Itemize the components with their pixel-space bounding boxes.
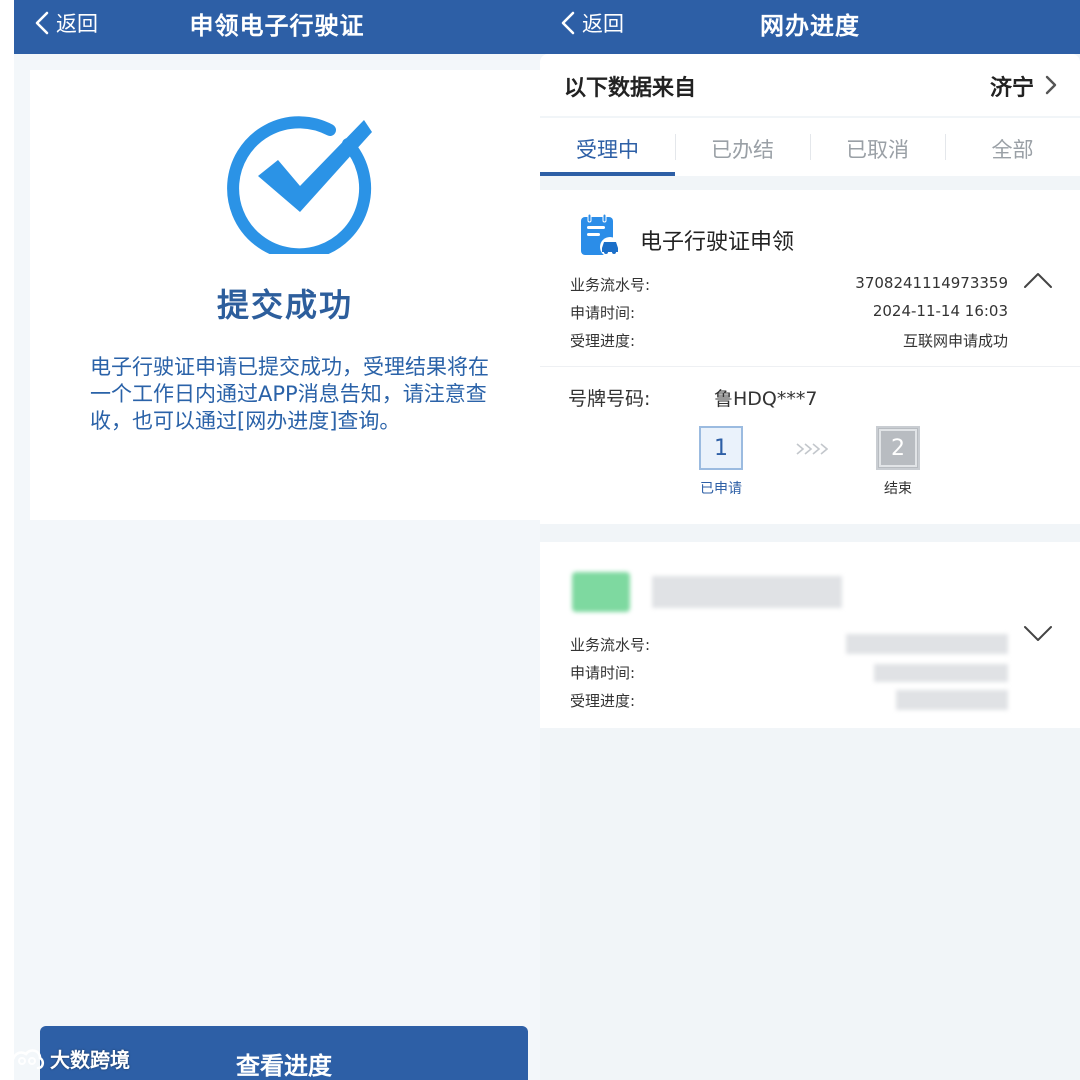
step-applied: 1 已申请 xyxy=(699,426,743,497)
tab-all[interactable]: 全部 xyxy=(945,118,1080,176)
right-page-title: 网办进度 xyxy=(760,12,860,40)
left-page-title: 申领电子行驶证 xyxy=(189,12,365,40)
data-source-city: 济宁 xyxy=(989,76,1034,101)
step-label: 已申请 xyxy=(700,481,742,497)
success-check-icon xyxy=(222,94,382,261)
progress-label: 受理进度: xyxy=(570,332,636,350)
tab-cancelled[interactable]: 已取消 xyxy=(810,118,945,176)
application-record-redacted[interactable]: 业务流水号: 申请时间: 受理进度: xyxy=(540,542,1080,728)
progress-label: 受理进度: xyxy=(570,692,636,710)
step-number: 1 xyxy=(699,426,743,470)
redacted-progress-value xyxy=(896,690,1008,710)
redacted-title xyxy=(652,576,842,608)
success-title: 提交成功 xyxy=(216,286,353,324)
serial-number-label: 业务流水号: xyxy=(570,636,651,654)
chevron-up-icon[interactable] xyxy=(1022,270,1054,290)
watermark-logo-icon xyxy=(10,1048,45,1069)
redacted-serial-value xyxy=(846,634,1008,654)
license-document-icon xyxy=(581,213,620,257)
progress-value: 互联网申请成功 xyxy=(902,332,1008,350)
serial-number-label: 业务流水号: xyxy=(570,276,651,294)
step-number: 2 xyxy=(876,426,920,470)
serial-number-row: 业务流水号: 3708241114973359 xyxy=(570,274,1008,296)
right-screen: 返回 网办进度 以下数据来自 济宁 受理中 已办结 已取消 全部 电子行驶证申领… xyxy=(540,0,1080,1080)
status-tabs: 受理中 已办结 已取消 全部 xyxy=(540,118,1080,176)
progress-row: 受理进度: 互联网申请成功 xyxy=(570,330,1008,352)
apply-time-label: 申请时间: xyxy=(570,304,636,322)
watermark-text: 大数跨境 xyxy=(50,1048,130,1072)
right-top-bar: 返回 网办进度 xyxy=(540,0,1080,54)
data-source-label: 以下数据来自 xyxy=(564,76,697,101)
success-card: 提交成功 电子行驶证申请已提交成功，受理结果将在一个工作日内通过APP消息告知，… xyxy=(30,70,540,520)
tab-processing[interactable]: 受理中 xyxy=(540,118,675,176)
application-record[interactable]: 电子行驶证申领 业务流水号: 3708241114973359 申请时间: 20… xyxy=(540,190,1080,524)
chevron-down-icon[interactable] xyxy=(1022,624,1054,644)
watermark: 大数跨境 xyxy=(8,1044,130,1073)
success-description: 电子行驶证申请已提交成功，受理结果将在一个工作日内通过APP消息告知，请注意查收… xyxy=(90,355,489,433)
record-divider xyxy=(540,366,1080,367)
left-screen: 返回 申领电子行驶证 提交成功 电子行驶证申请已提交成功，受理结果将在一个工作日… xyxy=(14,0,540,1080)
redacted-icon xyxy=(572,572,630,612)
record-title: 电子行驶证申领 xyxy=(640,230,795,255)
tab-completed[interactable]: 已办结 xyxy=(675,118,810,176)
redacted-time-value xyxy=(874,664,1008,682)
plate-number-value: 鲁HDQ***7 xyxy=(714,388,818,410)
data-source-row[interactable]: 以下数据来自 济宁 xyxy=(540,54,1080,116)
plate-number-label: 号牌号码: xyxy=(568,388,651,410)
apply-time-row: 申请时间: 2024-11-14 16:03 xyxy=(570,302,1008,324)
double-chevron-right-icon xyxy=(796,443,828,455)
left-top-bar: 返回 申领电子行驶证 xyxy=(14,0,540,54)
chevron-right-icon xyxy=(1045,75,1057,95)
serial-number-value: 3708241114973359 xyxy=(855,274,1008,292)
apply-time-label: 申请时间: xyxy=(570,664,636,682)
apply-time-value: 2024-11-14 16:03 xyxy=(872,302,1008,320)
step-label: 结束 xyxy=(884,481,912,497)
step-finished: 2 结束 xyxy=(876,426,920,497)
